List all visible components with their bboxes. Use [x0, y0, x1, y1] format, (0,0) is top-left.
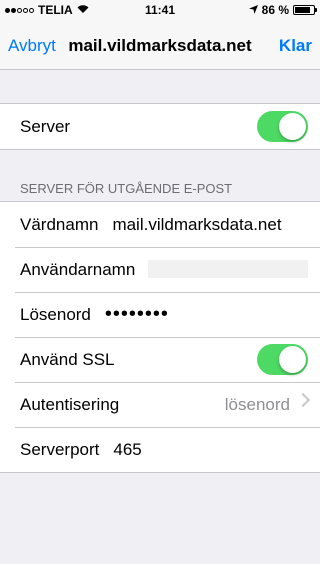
password-field[interactable]: ••••••••: [105, 303, 169, 326]
ssl-label: Använd SSL: [20, 349, 115, 369]
navigation-bar: Avbryt mail.vildmarksdata.net Klar: [0, 20, 320, 70]
server-row: Server: [0, 104, 320, 149]
location-arrow-icon: [248, 3, 258, 17]
hostname-row[interactable]: Värdnamn mail.vildmarksdata.net: [0, 202, 320, 247]
authentication-value: lösenord: [224, 394, 290, 414]
username-label: Användarnamn: [20, 259, 136, 279]
ssl-row: Använd SSL: [0, 337, 320, 382]
server-port-row[interactable]: Serverport 465: [0, 427, 320, 472]
toggle-knob: [279, 113, 306, 140]
battery-icon: [293, 5, 317, 15]
battery-status: 86 %: [248, 3, 317, 17]
server-toggle[interactable]: [257, 111, 308, 142]
outgoing-server-header: SERVER FÖR UTGÅENDE E-POST: [20, 181, 233, 196]
authentication-row[interactable]: Autentisering lösenord: [0, 382, 320, 427]
username-field[interactable]: [148, 260, 308, 278]
password-label: Lösenord: [20, 304, 91, 324]
server-port-field[interactable]: 465: [113, 440, 141, 460]
chevron-right-icon: [295, 392, 311, 408]
ssl-toggle[interactable]: [257, 344, 308, 375]
outgoing-server-group: Värdnamn mail.vildmarksdata.net Användar…: [0, 201, 320, 473]
server-port-label: Serverport: [20, 439, 100, 459]
battery-percent: 86 %: [261, 3, 289, 17]
done-button[interactable]: Klar: [279, 36, 312, 56]
password-row[interactable]: Lösenord ••••••••: [0, 292, 320, 337]
authentication-label: Autentisering: [20, 394, 120, 414]
hostname-label: Värdnamn: [20, 214, 99, 234]
server-group: Server: [0, 103, 320, 150]
username-row[interactable]: Användarnamn: [0, 247, 320, 292]
server-label: Server: [20, 116, 71, 136]
hostname-field[interactable]: mail.vildmarksdata.net: [112, 215, 281, 235]
status-bar: TELIA 11:41 86 %: [0, 0, 320, 20]
toggle-knob: [279, 346, 306, 373]
page-title: mail.vildmarksdata.net: [68, 36, 252, 55]
